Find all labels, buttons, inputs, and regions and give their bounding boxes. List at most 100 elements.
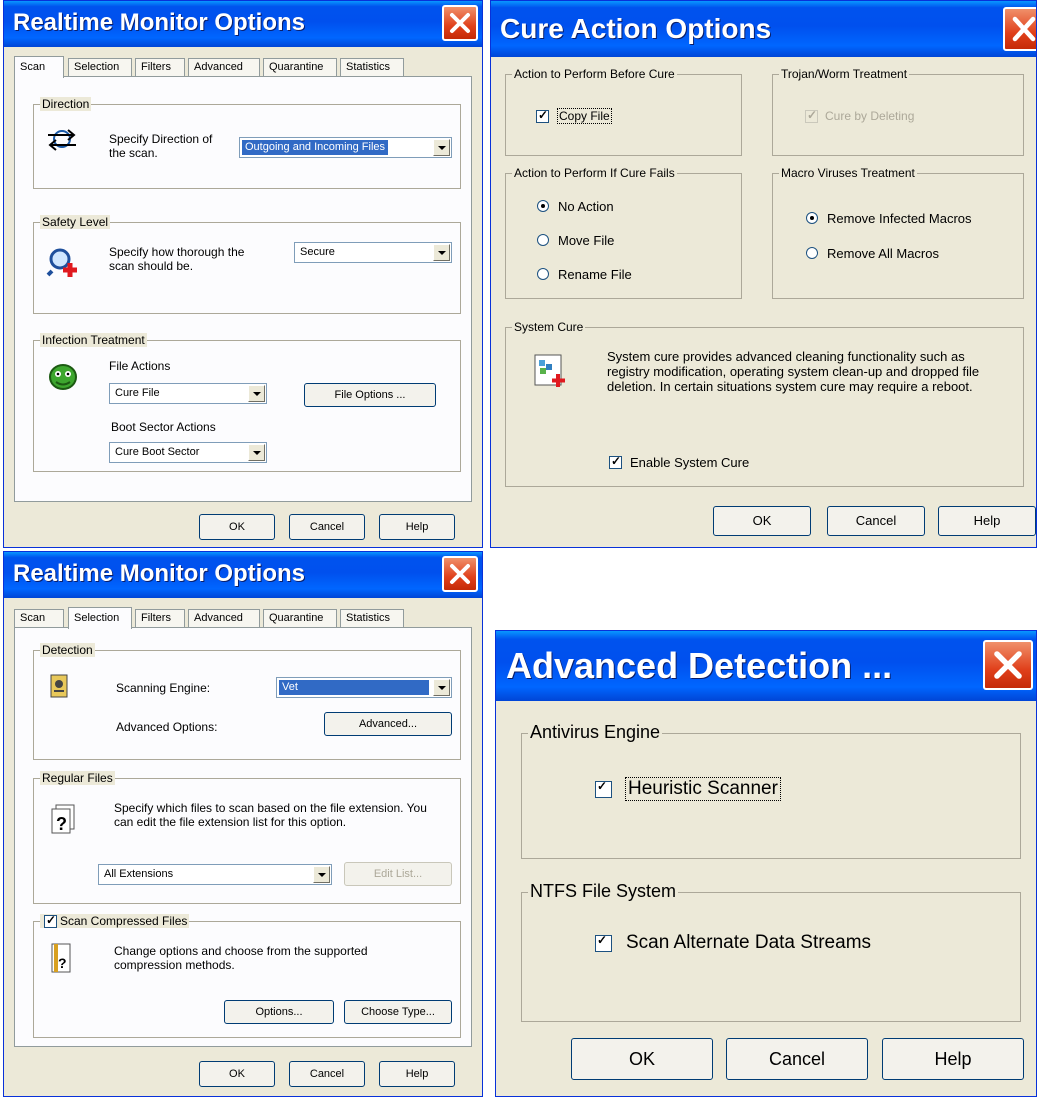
regular-files-text-1: Specify which files to scan based on the… <box>114 801 427 815</box>
group-legend: Scan Compressed Files <box>40 914 190 928</box>
title-bar[interactable]: Realtime Monitor Options <box>4 552 482 598</box>
window-title: Advanced Detection ... <box>506 645 893 686</box>
title-bar[interactable]: Cure Action Options <box>491 1 1036 57</box>
trojan-worm-group: Trojan/Worm Treatment Cure by Deleting <box>772 67 1024 156</box>
cancel-button[interactable]: Cancel <box>289 1061 365 1087</box>
button-label: Choose Type... <box>361 1006 435 1018</box>
heuristic-scanner-label[interactable]: Heuristic Scanner <box>625 777 781 801</box>
file-options-button[interactable]: File Options ... <box>304 383 436 407</box>
title-bar[interactable]: Advanced Detection ... <box>496 631 1036 701</box>
tab-scan[interactable]: Scan <box>14 609 64 628</box>
ok-button[interactable]: OK <box>571 1038 713 1080</box>
direction-select[interactable]: Outgoing and Incoming Files <box>239 137 452 158</box>
choose-type-button[interactable]: Choose Type... <box>344 1000 452 1024</box>
cancel-button[interactable]: Cancel <box>827 506 925 536</box>
antivirus-engine-group: Antivirus Engine Heuristic Scanner <box>521 722 1021 859</box>
detection-group: Detection Scanning Engine: Vet Advanced … <box>33 643 461 760</box>
ok-button[interactable]: OK <box>199 1061 275 1087</box>
ok-button[interactable]: OK <box>713 506 811 536</box>
group-legend: Direction <box>40 97 92 111</box>
button-label: OK <box>628 1049 655 1069</box>
magnifier-plus-icon <box>46 248 77 277</box>
group-legend: Safety Level <box>40 215 111 229</box>
extensions-select[interactable]: All Extensions <box>98 864 332 885</box>
enable-system-cure-label[interactable]: Enable System Cure <box>630 455 749 470</box>
macro-viruses-group: Macro Viruses Treatment Remove Infected … <box>772 166 1024 299</box>
rename-file-radio[interactable] <box>537 268 549 280</box>
boot-sector-select[interactable]: Cure Boot Sector <box>109 442 267 463</box>
direction-group: Direction Specify Direction of the scan.… <box>33 97 461 189</box>
advanced-button[interactable]: Advanced... <box>324 712 452 736</box>
remove-all-macros-label[interactable]: Remove All Macros <box>827 246 939 261</box>
enable-system-cure-checkbox[interactable] <box>609 454 622 469</box>
tab-quarantine[interactable]: Quarantine <box>263 609 337 628</box>
compressed-text-1: Change options and choose from the suppo… <box>114 944 368 958</box>
move-file-label[interactable]: Move File <box>558 233 614 248</box>
rename-file-label[interactable]: Rename File <box>558 267 632 282</box>
scanning-engine-select[interactable]: Vet <box>276 677 452 698</box>
alternate-data-streams-checkbox[interactable] <box>595 933 612 952</box>
svg-text:?: ? <box>56 814 67 834</box>
no-action-label[interactable]: No Action <box>558 199 614 214</box>
group-legend: Trojan/Worm Treatment <box>779 67 910 81</box>
scanning-engine-icon <box>50 674 68 698</box>
file-question-icon: ? <box>51 804 75 834</box>
tab-statistics[interactable]: Statistics <box>340 609 404 628</box>
close-button[interactable] <box>1003 7 1036 51</box>
close-button[interactable] <box>983 640 1033 690</box>
remove-all-macros-radio[interactable] <box>806 247 818 259</box>
chevron-down-icon[interactable] <box>248 444 265 461</box>
chevron-down-icon[interactable] <box>248 385 265 402</box>
button-label: Options... <box>255 1006 303 1018</box>
tab-filters[interactable]: Filters <box>135 58 185 77</box>
button-label: Advanced... <box>358 718 418 730</box>
tab-scan[interactable]: Scan <box>14 56 64 78</box>
cancel-button[interactable]: Cancel <box>289 514 365 540</box>
copy-file-checkbox[interactable] <box>536 108 549 123</box>
system-cure-desc-1: System cure provides advanced cleaning f… <box>607 349 965 364</box>
ok-button[interactable]: OK <box>199 514 275 540</box>
help-button[interactable]: Help <box>938 506 1036 536</box>
no-action-radio[interactable] <box>537 200 549 212</box>
help-button[interactable]: Help <box>379 514 455 540</box>
safety-value: Secure <box>300 246 335 258</box>
chevron-down-icon[interactable] <box>433 139 450 156</box>
advanced-options-label: Advanced Options: <box>116 720 218 734</box>
cure-by-deleting-checkbox[interactable] <box>805 108 818 123</box>
button-label: Cancel <box>309 521 345 533</box>
close-button[interactable] <box>442 5 478 41</box>
tab-selection[interactable]: Selection <box>68 58 132 77</box>
title-bar[interactable]: Realtime Monitor Options <box>4 1 482 47</box>
close-button[interactable] <box>442 556 478 592</box>
safety-level-group: Safety Level Specify how thorough the sc… <box>33 215 461 314</box>
button-label: OK <box>229 521 245 533</box>
chevron-down-icon[interactable] <box>433 244 450 261</box>
tab-filters[interactable]: Filters <box>135 609 185 628</box>
infection-treatment-group: Infection Treatment File Actions Cure Fi… <box>33 333 461 472</box>
extensions-value: All Extensions <box>104 868 174 880</box>
copy-file-label[interactable]: Copy File <box>557 108 612 124</box>
tab-quarantine[interactable]: Quarantine <box>263 58 337 77</box>
chevron-down-icon[interactable] <box>313 866 330 883</box>
remove-infected-macros-radio[interactable] <box>806 212 818 224</box>
help-button[interactable]: Help <box>882 1038 1024 1080</box>
tab-advanced[interactable]: Advanced <box>188 609 260 628</box>
alternate-data-streams-label[interactable]: Scan Alternate Data Streams <box>626 932 871 954</box>
scan-compressed-checkbox[interactable] <box>44 913 57 928</box>
chevron-down-icon[interactable] <box>433 679 450 696</box>
options-button[interactable]: Options... <box>224 1000 334 1024</box>
heuristic-scanner-checkbox[interactable] <box>595 779 612 798</box>
tab-advanced[interactable]: Advanced <box>188 58 260 77</box>
safety-select[interactable]: Secure <box>294 242 452 263</box>
help-button[interactable]: Help <box>379 1061 455 1087</box>
system-cure-desc-2: registry modification, operating system … <box>607 364 980 379</box>
tab-selection[interactable]: Selection <box>68 607 132 629</box>
edit-list-button[interactable]: Edit List... <box>344 862 452 886</box>
file-actions-select[interactable]: Cure File <box>109 383 267 404</box>
cancel-button[interactable]: Cancel <box>726 1038 868 1080</box>
remove-infected-macros-label[interactable]: Remove Infected Macros <box>827 211 972 226</box>
group-legend: System Cure <box>512 320 586 334</box>
tab-statistics[interactable]: Statistics <box>340 58 404 77</box>
group-legend: Infection Treatment <box>40 333 147 347</box>
move-file-radio[interactable] <box>537 234 549 246</box>
